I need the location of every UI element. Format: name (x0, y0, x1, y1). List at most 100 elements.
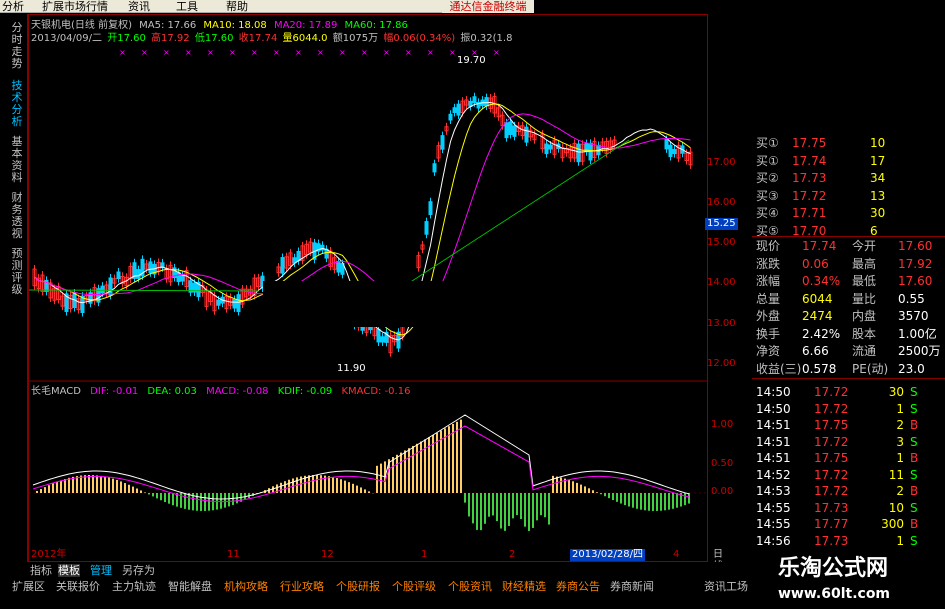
toolbar-item[interactable]: 机构攻略 (224, 579, 268, 595)
candle-body (232, 298, 237, 309)
tick-volume: 1 (896, 401, 904, 416)
dea-label: DEA: 0.03 (147, 386, 197, 397)
divider (752, 236, 945, 237)
candle-body (236, 294, 241, 313)
tab-financial[interactable]: 财务透视 (9, 192, 25, 240)
time-month: 12 (321, 549, 334, 560)
info-value: 17.92 (898, 256, 933, 271)
price-tick: 15.00 (707, 237, 736, 248)
tick-time: 14:55 (756, 517, 791, 531)
tick-row: 14:56 17.73 1 S (752, 533, 945, 550)
candle-body (544, 143, 549, 155)
tab-intraday[interactable]: 分时走势 (9, 22, 25, 70)
info-label: 涨跌 (756, 256, 781, 271)
tick-side: B (910, 418, 919, 432)
time-month: 2 (509, 549, 516, 560)
candle-body (428, 201, 433, 216)
quote-info-row: 现价 17.74 今开 17.60 (752, 238, 945, 255)
tab-template[interactable]: 模板 (58, 564, 80, 577)
toolbar-item[interactable]: 个股资讯 (448, 579, 492, 595)
tick-row: 14:55 17.77 300 B (752, 516, 945, 533)
tab-save-as[interactable]: 另存为 (122, 564, 155, 577)
info-label: 涨幅 (756, 274, 781, 288)
macd-header: 长毛MACD DIF: -0.01 DEA: 0.03 MACD: -0.08 … (31, 386, 410, 398)
bid-row: 买④ 17.71 30 (752, 205, 945, 222)
info-value: 2500万 (898, 344, 941, 358)
tick-time: 14:52 (756, 467, 791, 482)
info-value: 0.578 (802, 361, 837, 376)
menu-news[interactable]: 资讯 (128, 0, 150, 13)
info-value: 6.66 (802, 344, 829, 358)
tick-side: S (910, 385, 918, 399)
candle-body (424, 221, 429, 235)
toolbar-item[interactable]: 个股评级 (392, 579, 436, 595)
signal-marker: × (405, 48, 412, 57)
candle-body (432, 163, 437, 173)
toolbar-item[interactable]: 个股研报 (336, 579, 380, 595)
candle-body (148, 261, 153, 274)
time-month: 4 (673, 549, 680, 560)
info-label: 净资 (756, 344, 781, 358)
tick-price: 17.72 (814, 385, 849, 399)
toolbar-item[interactable]: 扩展区 (12, 579, 45, 595)
toolbar-item[interactable]: 行业攻略 (280, 579, 324, 595)
masked-overlay (263, 281, 683, 327)
left-tab-bar: 分时走势 技术分析 基本资料 财务透视 预测评级 (8, 14, 28, 562)
bid-label: 买① (756, 136, 779, 150)
info-label: 最低 (852, 274, 877, 288)
tick-time: 14:55 (756, 500, 791, 515)
info-label: 换手 (756, 326, 781, 341)
toolbar-item[interactable]: 智能解盘 (168, 579, 212, 595)
info-label: 现价 (756, 239, 781, 253)
quote-info-row: 涨幅 0.34% 最低 17.60 (752, 273, 945, 290)
candle-body (100, 285, 105, 294)
tick-time: 14:50 (756, 401, 791, 416)
quote-info-row: 外盘 2474 内盘 3570 (752, 308, 945, 325)
toolbar-info-workshop[interactable]: 资讯工场 (704, 579, 748, 595)
app-banner: 通达信金融终端 (442, 0, 534, 13)
tab-technical[interactable]: 技术分析 (9, 80, 25, 128)
bid-label: 买② (756, 171, 779, 185)
tab-rating[interactable]: 预测评级 (9, 248, 25, 296)
info-value: 0.55 (898, 291, 925, 306)
tab-indicator[interactable]: 指标 (30, 564, 52, 577)
bid-volume: 17 (870, 153, 886, 168)
toolbar-item[interactable]: 关联报价 (56, 579, 100, 595)
ma60-line (408, 139, 630, 284)
macd-label: MACD: -0.08 (206, 386, 269, 397)
menu-tools[interactable]: 工具 (176, 0, 198, 13)
price-tick: 13.00 (707, 318, 736, 329)
toolbar-item[interactable]: 主力轨迹 (112, 579, 156, 595)
tick-price: 17.72 (814, 484, 849, 498)
tick-price: 17.72 (814, 434, 849, 449)
toolbar-item[interactable]: 券商新闻 (610, 579, 654, 595)
candle-body (472, 96, 477, 104)
quote-info-row: 净资 6.66 流通 2500万 (752, 343, 945, 360)
toolbar-item[interactable]: 券商公告 (556, 579, 600, 595)
tick-volume: 2 (896, 484, 904, 498)
menu-help[interactable]: 帮助 (226, 0, 248, 13)
menu-ext-market[interactable]: 扩展市场行情 (42, 0, 108, 13)
macd-title: 长毛MACD (31, 386, 81, 397)
tick-side: S (910, 401, 918, 416)
tab-fundamentals[interactable]: 基本资料 (9, 136, 25, 184)
price-tick: 16.00 (707, 197, 736, 208)
info-label: 量比 (852, 291, 877, 306)
signal-marker: × (493, 48, 500, 57)
info-label: 流通 (852, 344, 877, 358)
menu-analysis[interactable]: 分析 (2, 0, 24, 13)
tick-side: S (910, 467, 918, 482)
chart-area[interactable]: 天银机电(日线 前复权) MA5: 17.66 MA10: 18.08 MA20… (28, 14, 738, 572)
toolbar-item[interactable]: 财经精选 (502, 579, 546, 595)
price-tick: 14.00 (707, 277, 736, 288)
signal-marker: × (383, 48, 390, 57)
tick-time: 14:51 (756, 418, 791, 432)
tab-manage[interactable]: 管理 (90, 564, 112, 577)
tick-price: 17.72 (814, 467, 849, 482)
candle-body (216, 299, 221, 306)
signal-marker: × (119, 48, 126, 57)
dif-label: DIF: -0.01 (90, 386, 139, 397)
candle-body (668, 144, 673, 158)
tick-volume: 300 (881, 517, 904, 531)
signal-marker: × (141, 48, 148, 57)
